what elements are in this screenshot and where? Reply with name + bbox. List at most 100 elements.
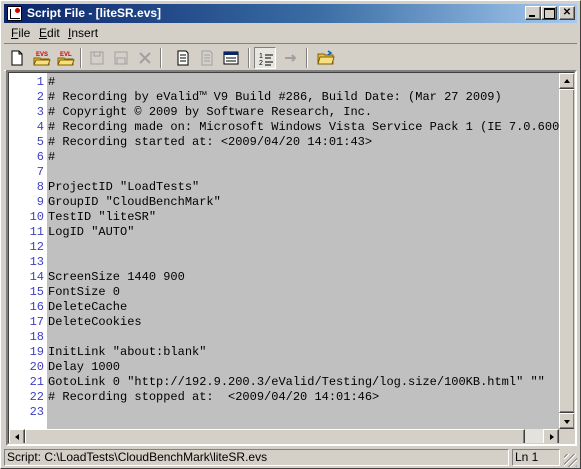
delete-icon: [139, 52, 151, 64]
status-bar: Script: C:\LoadTests\CloudBenchMark\lite…: [4, 449, 577, 467]
toolbar-separator: [306, 48, 308, 68]
copy-document-icon: [201, 50, 213, 66]
arrow-button[interactable]: [280, 47, 302, 69]
open-evs-icon: EVS: [33, 52, 51, 66]
code-line[interactable]: # Recording stopped at: <2009/04/20 14:0…: [48, 390, 379, 405]
line-number: 22: [29, 390, 44, 404]
line-number: 13: [29, 255, 44, 269]
svg-text:1: 1: [259, 53, 263, 60]
line-number: 21: [29, 375, 44, 389]
code-line[interactable]: DeleteCookies: [48, 315, 142, 330]
vertical-scrollbar[interactable]: [559, 73, 574, 429]
line-number: 6: [36, 150, 44, 164]
scrollbar-corner: [559, 429, 574, 443]
menu-insert[interactable]: Insert: [68, 26, 98, 40]
code-line[interactable]: LogID "AUTO": [48, 225, 134, 240]
open-evs-button[interactable]: EVS: [30, 47, 52, 69]
menu-edit[interactable]: Edit: [39, 26, 60, 40]
line-number: 14: [29, 270, 44, 284]
line-number: 7: [36, 165, 44, 179]
line-number: 3: [36, 105, 44, 119]
editor-viewport[interactable]: 1 2 3 4 5 6 7 8 9 10 11 12 13 14 15 16 17 18 19 20 21 22 23 # #…: [8, 72, 575, 444]
code-line[interactable]: # Recording by eValid™ V9 Build #286, Bu…: [48, 90, 502, 105]
line-number: 17: [29, 315, 44, 329]
down-arrow-icon: [564, 420, 570, 424]
code-line[interactable]: FontSize 0: [48, 285, 120, 300]
document-icon: [177, 50, 189, 66]
svg-text:2: 2: [259, 60, 263, 67]
horizontal-scroll-thumb[interactable]: [25, 429, 525, 443]
menu-file[interactable]: File: [11, 26, 30, 40]
line-number: 16: [29, 300, 44, 314]
save-as-button[interactable]: [110, 47, 132, 69]
window-button[interactable]: [220, 47, 242, 69]
open-evl-icon: EVL: [57, 52, 75, 66]
new-file-button[interactable]: [6, 47, 28, 69]
right-arrow-icon: [550, 434, 554, 440]
open-folder-icon: [317, 50, 335, 65]
document-button[interactable]: [172, 47, 194, 69]
window-icon: [223, 51, 239, 65]
code-area[interactable]: # # Recording by eValid™ V9 Build #286, B…: [47, 73, 559, 429]
new-file-icon: [11, 50, 23, 66]
line-number: 18: [29, 330, 44, 344]
code-line[interactable]: ProjectID "LoadTests": [48, 180, 199, 195]
open-folder-button[interactable]: [314, 47, 336, 69]
code-line[interactable]: #: [48, 150, 55, 165]
arrow-icon: [285, 54, 297, 62]
status-file-path: Script: C:\LoadTests\CloudBenchMark\lite…: [4, 449, 509, 466]
line-number: 5: [36, 135, 44, 149]
app-icon[interactable]: [7, 6, 22, 21]
toolbar-separator: [80, 48, 82, 68]
minimize-button[interactable]: [525, 6, 541, 20]
line-number: 15: [29, 285, 44, 299]
save-as-icon: [114, 51, 128, 65]
code-line[interactable]: Delay 1000: [48, 360, 120, 375]
line-number: 19: [29, 345, 44, 359]
maximize-button[interactable]: [541, 6, 557, 20]
scroll-left-button[interactable]: [9, 429, 25, 443]
script-editor[interactable]: 1 2 3 4 5 6 7 8 9 10 11 12 13 14 15 16 17 18 19 20 21 22 23 # #…: [6, 70, 577, 446]
scroll-right-button[interactable]: [543, 429, 559, 443]
svg-text:EVL: EVL: [60, 52, 72, 58]
line-number: 11: [29, 225, 44, 239]
save-button[interactable]: [86, 47, 108, 69]
horizontal-scrollbar[interactable]: [9, 429, 559, 443]
line-number: 2: [36, 90, 44, 104]
scroll-down-button[interactable]: [559, 413, 574, 429]
vertical-scroll-thumb[interactable]: [559, 89, 574, 413]
open-evl-button[interactable]: EVL: [54, 47, 76, 69]
line-number: 12: [29, 240, 44, 254]
scroll-up-button[interactable]: [559, 73, 574, 89]
left-arrow-icon: [15, 434, 19, 440]
line-number: 10: [29, 210, 44, 224]
code-line[interactable]: ScreenSize 1440 900: [48, 270, 185, 285]
line-number: 8: [36, 180, 44, 194]
window-title: Script File - [liteSR.evs]: [27, 6, 162, 20]
code-line[interactable]: # Recording started at: <2009/04/20 14:0…: [48, 135, 372, 150]
code-line[interactable]: TestID "liteSR": [48, 210, 156, 225]
up-arrow-icon: [564, 79, 570, 83]
copy-document-button[interactable]: [196, 47, 218, 69]
code-line[interactable]: GotoLink 0 "http://192.9.200.3/eValid/Te…: [48, 375, 545, 390]
toolbar-separator: [248, 48, 250, 68]
line-number: 20: [29, 360, 44, 374]
menu-bar: File Edit Insert: [4, 24, 577, 42]
resize-grip[interactable]: [564, 454, 577, 467]
line-number-gutter: 1 2 3 4 5 6 7 8 9 10 11 12 13 14 15 16 17 18 19 20 21 22 23: [9, 73, 47, 429]
code-line[interactable]: GroupID "CloudBenchMark": [48, 195, 221, 210]
toolbar: EVS EVL 12: [4, 43, 577, 71]
close-button[interactable]: ✕: [559, 6, 575, 20]
title-bar[interactable]: Script File - [liteSR.evs] ✕: [4, 4, 577, 23]
save-icon: [90, 51, 104, 65]
code-line[interactable]: # Copyright © 2009 by Software Research,…: [48, 105, 372, 120]
line-numbers-button[interactable]: 12: [254, 47, 276, 69]
delete-button[interactable]: [134, 47, 156, 69]
code-line[interactable]: DeleteCache: [48, 300, 127, 315]
line-number: 9: [36, 195, 44, 209]
code-line[interactable]: #: [48, 75, 55, 90]
status-line-number: Ln 1: [512, 449, 560, 466]
code-line[interactable]: # Recording made on: Microsoft Windows V…: [48, 120, 559, 135]
code-line[interactable]: InitLink "about:blank": [48, 345, 206, 360]
script-file-window: Script File - [liteSR.evs] ✕ File Edit I…: [0, 0, 581, 469]
